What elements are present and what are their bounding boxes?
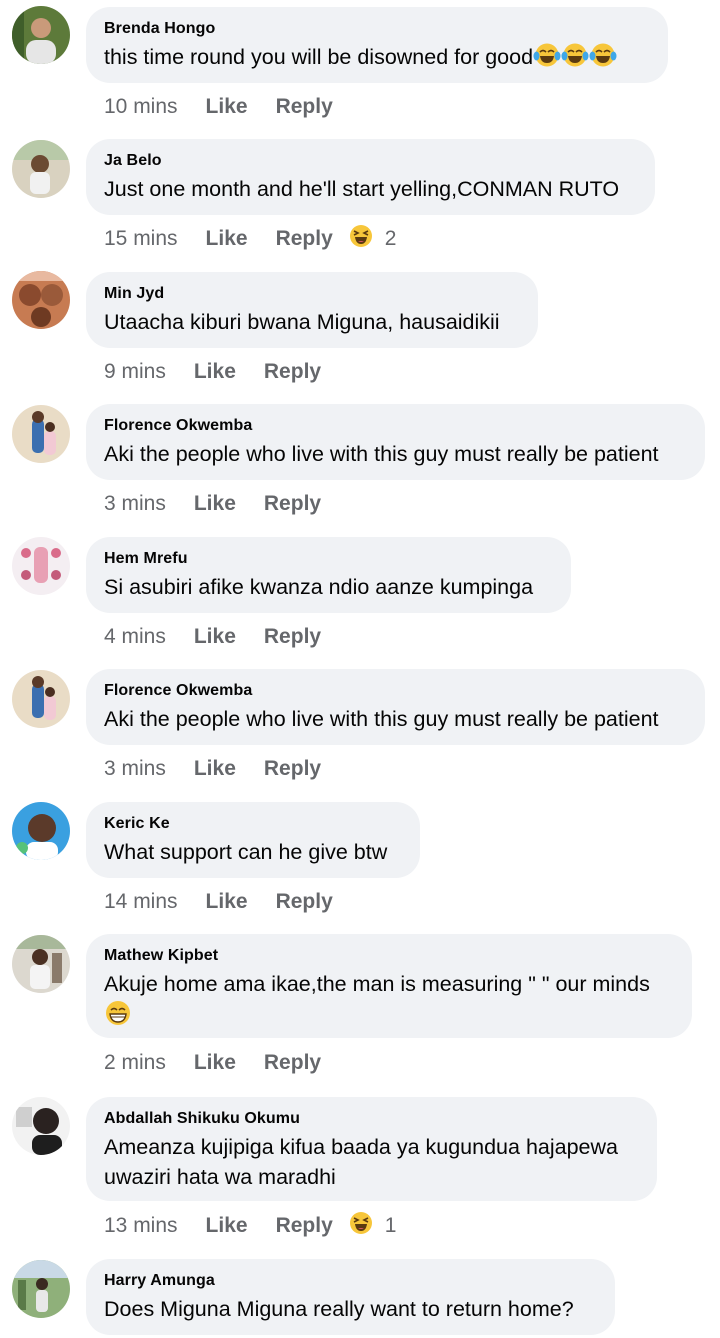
comment-actions: 4 mins Like Reply: [104, 622, 349, 652]
comment-timestamp[interactable]: 9 mins: [104, 360, 166, 384]
comment-author[interactable]: Abdallah Shikuku Okumu: [104, 1109, 637, 1129]
like-button[interactable]: Like: [206, 227, 248, 251]
grinning-emoji: [104, 999, 132, 1035]
comment-timestamp[interactable]: 3 mins: [104, 757, 166, 781]
comment-author[interactable]: Mathew Kipbet: [104, 946, 672, 966]
comment-bubble: Brenda Hongo this time round you will be…: [86, 7, 668, 83]
tears-of-joy-emoji: [589, 42, 617, 76]
comment-actions: 9 mins Like Reply: [104, 357, 349, 387]
comment-text: Does Miguna Miguna really want to return…: [104, 1297, 574, 1321]
haha-reaction-icon: [349, 224, 373, 254]
like-button[interactable]: Like: [194, 625, 236, 649]
tears-of-joy-emoji: [533, 42, 561, 76]
comment-text: Aki the people who live with this guy mu…: [104, 707, 659, 731]
like-button[interactable]: Like: [194, 492, 236, 516]
comment-text: Utaacha kiburi bwana Miguna, hausaidikii: [104, 310, 500, 334]
comment-text-line2: uwaziri hata wa maradhi: [104, 1165, 336, 1189]
comment-timestamp[interactable]: 10 mins: [104, 95, 178, 119]
like-button[interactable]: Like: [206, 1214, 248, 1238]
comment-text: Si asubiri afike kwanza ndio aanze kumpi…: [104, 575, 534, 599]
comment-timestamp[interactable]: 4 mins: [104, 625, 166, 649]
like-button[interactable]: Like: [194, 757, 236, 781]
reaction-count: 2: [384, 227, 397, 250]
comment-text: this time round you will be disowned for…: [104, 42, 648, 76]
comment-bubble: Keric Ke What support can he give btw: [86, 802, 420, 878]
like-button[interactable]: Like: [206, 95, 248, 119]
avatar[interactable]: [12, 1260, 70, 1318]
reaction-summary[interactable]: 2: [349, 224, 397, 254]
comment-emoji-line: [104, 999, 672, 1035]
comment-author[interactable]: Keric Ke: [104, 814, 400, 834]
comment-bubble: Florence Okwemba Aki the people who live…: [86, 404, 705, 480]
avatar[interactable]: [12, 1097, 70, 1155]
comment-text: Ameanza kujipiga kifua baada ya kugundua…: [104, 1135, 618, 1159]
reaction-count: 1: [384, 1214, 397, 1237]
reply-button[interactable]: Reply: [276, 890, 333, 914]
haha-reaction-icon: [349, 1211, 373, 1241]
comment-actions: 10 mins Like Reply: [104, 92, 361, 122]
comment-author[interactable]: Hem Mrefu: [104, 549, 551, 569]
comment-bubble: Abdallah Shikuku Okumu Ameanza kujipiga …: [86, 1097, 657, 1201]
avatar[interactable]: [12, 6, 70, 64]
comment-timestamp[interactable]: 2 mins: [104, 1051, 166, 1075]
comment-bubble: Mathew Kipbet Akuje home ama ikae,the ma…: [86, 934, 692, 1038]
like-button[interactable]: Like: [206, 890, 248, 914]
comment-bubble: Hem Mrefu Si asubiri afike kwanza ndio a…: [86, 537, 571, 613]
avatar[interactable]: [12, 271, 70, 329]
comment-actions: 13 mins Like Reply 1: [104, 1211, 396, 1241]
reply-button[interactable]: Reply: [264, 1051, 321, 1075]
avatar[interactable]: [12, 140, 70, 198]
avatar[interactable]: [12, 935, 70, 993]
comment-actions: 3 mins Like Reply: [104, 754, 349, 784]
avatar[interactable]: [12, 670, 70, 728]
reply-button[interactable]: Reply: [264, 492, 321, 516]
comment-text: What support can he give btw: [104, 840, 388, 864]
reply-button[interactable]: Reply: [264, 625, 321, 649]
comment-bubble: Harry Amunga Does Miguna Miguna really w…: [86, 1259, 615, 1335]
avatar[interactable]: [12, 537, 70, 595]
comment-timestamp[interactable]: 3 mins: [104, 492, 166, 516]
comment-actions: 2 mins Like Reply: [104, 1048, 349, 1078]
comment-text: Akuje home ama ikae,the man is measuring…: [104, 972, 650, 996]
reply-button[interactable]: Reply: [276, 1214, 333, 1238]
comment-actions: 15 mins Like Reply 2: [104, 224, 396, 254]
like-button[interactable]: Like: [194, 360, 236, 384]
reply-button[interactable]: Reply: [264, 360, 321, 384]
comment-bubble: Florence Okwemba Aki the people who live…: [86, 669, 705, 745]
comment-author[interactable]: Florence Okwemba: [104, 681, 685, 701]
comment-bubble: Min Jyd Utaacha kiburi bwana Miguna, hau…: [86, 272, 538, 348]
like-button[interactable]: Like: [194, 1051, 236, 1075]
reply-button[interactable]: Reply: [264, 757, 321, 781]
avatar[interactable]: [12, 405, 70, 463]
comment-author[interactable]: Harry Amunga: [104, 1271, 595, 1291]
comment-actions: 3 mins Like Reply: [104, 489, 349, 519]
comment-text: Just one month and he'll start yelling,C…: [104, 177, 620, 201]
reply-button[interactable]: Reply: [276, 227, 333, 251]
comment-author[interactable]: Ja Belo: [104, 151, 635, 171]
comment-author[interactable]: Min Jyd: [104, 284, 518, 304]
avatar[interactable]: [12, 802, 70, 860]
comment-author[interactable]: Florence Okwemba: [104, 416, 685, 436]
comment-timestamp[interactable]: 14 mins: [104, 890, 178, 914]
comment-timestamp[interactable]: 13 mins: [104, 1214, 178, 1238]
comment-text: Aki the people who live with this guy mu…: [104, 442, 659, 466]
reply-button[interactable]: Reply: [276, 95, 333, 119]
reaction-summary[interactable]: 1: [349, 1211, 397, 1241]
comment-author[interactable]: Brenda Hongo: [104, 19, 648, 39]
comment-bubble: Ja Belo Just one month and he'll start y…: [86, 139, 655, 215]
comment-timestamp[interactable]: 15 mins: [104, 227, 178, 251]
comment-actions: 14 mins Like Reply: [104, 887, 361, 917]
tears-of-joy-emoji: [561, 42, 589, 76]
